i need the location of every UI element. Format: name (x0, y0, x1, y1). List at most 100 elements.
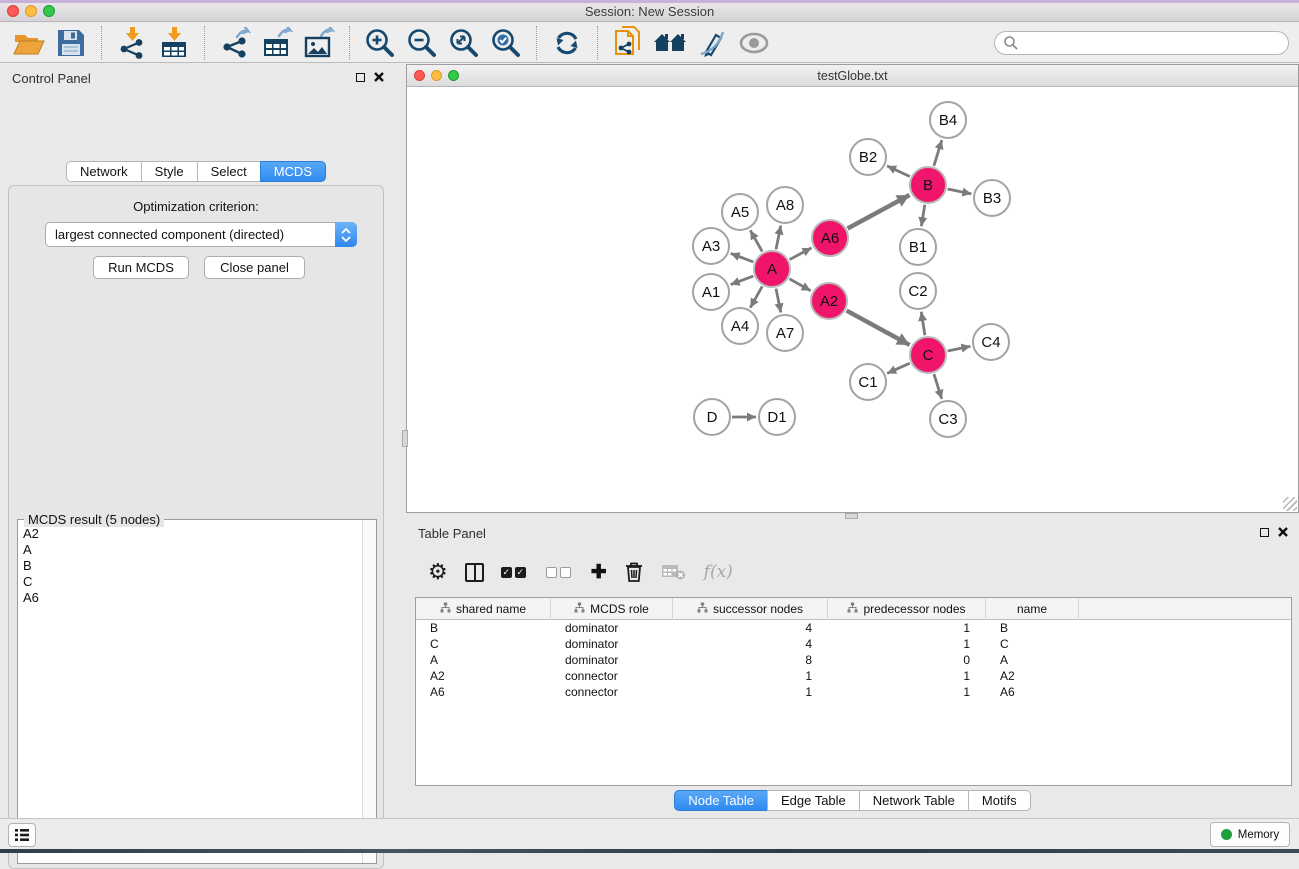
cell-successor-nodes[interactable]: 4 (673, 636, 828, 652)
cell-MCDS-role[interactable]: connector (551, 668, 673, 684)
network-node-C[interactable]: C (909, 336, 947, 374)
network-node-B1[interactable]: B1 (899, 228, 937, 266)
add-column-icon[interactable]: ✚ (591, 561, 607, 584)
tab-select[interactable]: Select (197, 161, 261, 182)
cell-successor-nodes[interactable]: 4 (673, 620, 828, 636)
close-panel-icon[interactable] (1278, 527, 1288, 537)
network-edge-A-A8[interactable] (776, 226, 781, 250)
mcds-result-item[interactable]: C (19, 574, 361, 590)
resize-grip-icon[interactable] (1283, 497, 1297, 511)
network-node-D[interactable]: D (693, 398, 731, 436)
search-input[interactable] (994, 31, 1289, 55)
network-node-B[interactable]: B (909, 166, 947, 204)
table-row-A[interactable]: Adominator80A (416, 652, 1291, 668)
cell-predecessor-nodes[interactable]: 0 (828, 652, 986, 668)
network-edge-C-C1[interactable] (887, 363, 910, 373)
function-builder-icon[interactable]: f(x) (704, 562, 733, 582)
cell-shared-name[interactable]: A2 (416, 668, 551, 684)
network-node-A4[interactable]: A4 (721, 307, 759, 345)
network-edge-B-B2[interactable] (887, 166, 910, 177)
deselect-all-checkboxes-icon[interactable] (546, 567, 574, 578)
network-node-A3[interactable]: A3 (692, 227, 730, 265)
tab-node-table[interactable]: Node Table (674, 790, 768, 811)
mcds-result-item[interactable]: A6 (19, 590, 361, 606)
network-edge-B-B4[interactable] (934, 140, 942, 166)
network-edge-C-C4[interactable] (948, 346, 971, 351)
result-scrollbar[interactable] (362, 520, 376, 863)
save-session-icon[interactable] (52, 25, 90, 61)
mcds-result-list[interactable]: A2ABCA6 (19, 526, 361, 862)
close-panel-icon[interactable] (374, 72, 384, 82)
network-node-A8[interactable]: A8 (766, 186, 804, 224)
column-header-MCDS-role[interactable]: MCDS role (551, 598, 673, 620)
delete-table-icon[interactable] (661, 563, 687, 581)
graphics-details-icon[interactable] (693, 25, 731, 61)
network-edge-B-B3[interactable] (948, 189, 972, 194)
table-row-B[interactable]: Bdominator41B (416, 620, 1291, 636)
cell-MCDS-role[interactable]: connector (551, 684, 673, 700)
tab-network-table[interactable]: Network Table (859, 790, 969, 811)
refresh-icon[interactable] (548, 25, 586, 61)
network-node-A2[interactable]: A2 (810, 282, 848, 320)
network-node-A[interactable]: A (753, 250, 791, 288)
cell-shared-name[interactable]: A (416, 652, 551, 668)
cell-predecessor-nodes[interactable]: 1 (828, 684, 986, 700)
cell-name[interactable]: A (986, 652, 1079, 668)
network-edge-A-A3[interactable] (731, 253, 754, 262)
memory-button[interactable]: Memory (1210, 822, 1290, 847)
network-node-A5[interactable]: A5 (721, 193, 759, 231)
run-mcds-button[interactable]: Run MCDS (93, 256, 189, 279)
network-node-C3[interactable]: C3 (929, 400, 967, 438)
zoom-out-icon[interactable] (403, 25, 441, 61)
network-node-A6[interactable]: A6 (811, 219, 849, 257)
float-panel-icon[interactable] (356, 73, 365, 82)
float-panel-icon[interactable] (1260, 528, 1269, 537)
tab-mcds[interactable]: MCDS (260, 161, 326, 182)
network-edge-C-C3[interactable] (934, 374, 942, 399)
network-canvas[interactable]: AA1A2A3A4A5A6A7A8BB1B2B3B4CC1C2C3C4DD1 (407, 87, 1298, 512)
import-network-icon[interactable] (113, 25, 151, 61)
cell-MCDS-role[interactable]: dominator (551, 652, 673, 668)
column-selector-icon[interactable] (465, 563, 484, 582)
cell-MCDS-role[interactable]: dominator (551, 636, 673, 652)
network-node-C2[interactable]: C2 (899, 272, 937, 310)
tab-network[interactable]: Network (66, 161, 142, 182)
splitter-handle[interactable] (845, 513, 858, 519)
cell-shared-name[interactable]: C (416, 636, 551, 652)
network-from-file-icon[interactable] (609, 25, 647, 61)
table-settings-icon[interactable]: ⚙ (428, 561, 448, 583)
open-session-icon[interactable] (10, 25, 48, 61)
network-edge-A-A1[interactable] (731, 276, 754, 285)
table-row-C[interactable]: Cdominator41C (416, 636, 1291, 652)
column-header-shared-name[interactable]: shared name (416, 598, 551, 620)
export-image-icon[interactable] (300, 25, 338, 61)
cell-name[interactable]: B (986, 620, 1079, 636)
cell-name[interactable]: A6 (986, 684, 1079, 700)
cell-shared-name[interactable]: A6 (416, 684, 551, 700)
network-edge-A-A2[interactable] (789, 279, 810, 291)
network-node-A1[interactable]: A1 (692, 273, 730, 311)
splitter-handle[interactable] (402, 430, 408, 447)
hide-details-eye-icon[interactable] (735, 25, 773, 61)
cell-successor-nodes[interactable]: 8 (673, 652, 828, 668)
network-edge-C-C2[interactable] (921, 312, 925, 335)
cell-shared-name[interactable]: B (416, 620, 551, 636)
network-node-C4[interactable]: C4 (972, 323, 1010, 361)
table-row-A2[interactable]: A2connector11A2 (416, 668, 1291, 684)
select-all-checkboxes-icon[interactable]: ✓✓ (501, 567, 529, 578)
cell-successor-nodes[interactable]: 1 (673, 668, 828, 684)
cell-name[interactable]: C (986, 636, 1079, 652)
cell-successor-nodes[interactable]: 1 (673, 684, 828, 700)
network-edge-A-A6[interactable] (790, 248, 812, 260)
network-edge-A-A4[interactable] (750, 286, 762, 307)
table-row-A6[interactable]: A6connector11A6 (416, 684, 1291, 700)
column-header-successor-nodes[interactable]: successor nodes (673, 598, 828, 620)
cell-MCDS-role[interactable]: dominator (551, 620, 673, 636)
network-edge-A2-C[interactable] (847, 311, 910, 345)
column-header-predecessor-nodes[interactable]: predecessor nodes (828, 598, 986, 620)
network-node-A7[interactable]: A7 (766, 314, 804, 352)
home-icon[interactable] (651, 25, 689, 61)
criterion-select[interactable]: largest connected component (directed) (45, 222, 357, 247)
tab-edge-table[interactable]: Edge Table (767, 790, 860, 811)
export-table-icon[interactable] (258, 25, 296, 61)
